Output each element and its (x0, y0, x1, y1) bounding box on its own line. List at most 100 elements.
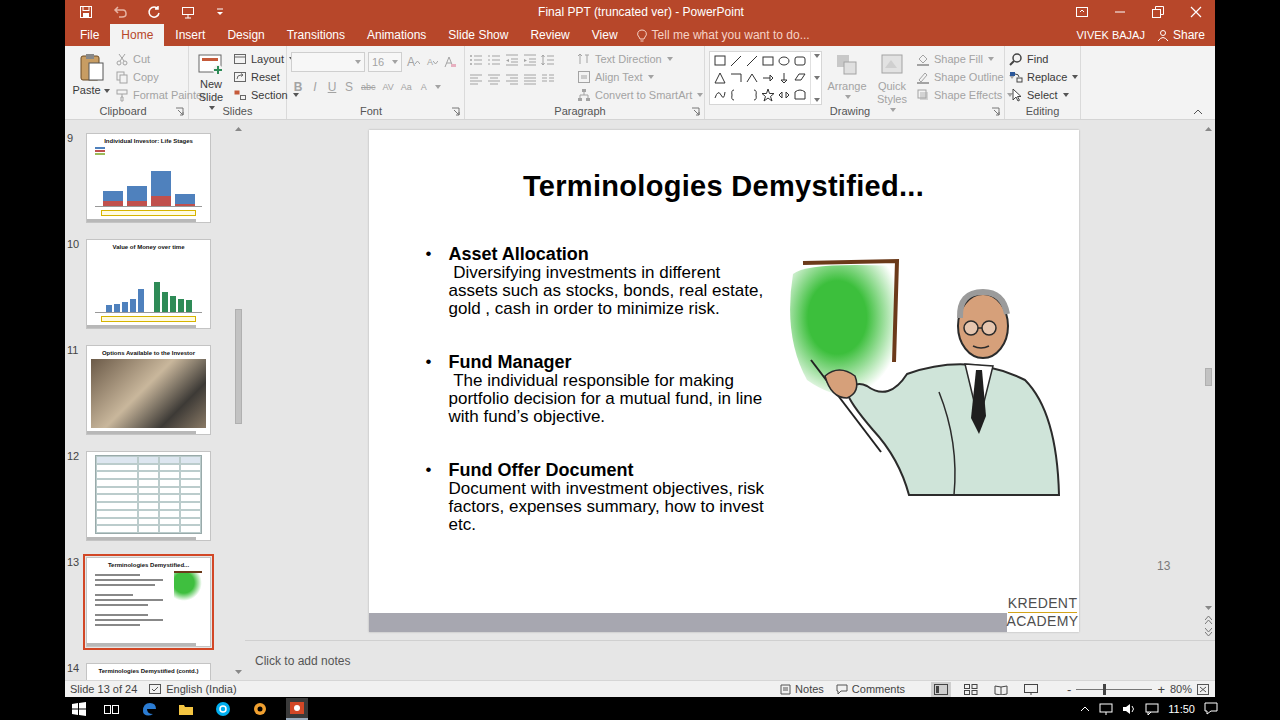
zoom-thumb[interactable] (1103, 684, 1106, 695)
redo-icon[interactable] (147, 5, 161, 19)
ribbon-tab[interactable]: Animations (356, 24, 437, 46)
thumbnail-item[interactable]: 14Terminologies Demystified (contd.) (67, 660, 232, 680)
ribbon-tab[interactable]: File (69, 24, 110, 46)
close-icon[interactable] (1189, 5, 1203, 19)
arrange-button[interactable]: Arrange (826, 49, 868, 103)
ribbon-tab[interactable]: Transitions (276, 24, 356, 46)
dialog-launcher-icon[interactable] (691, 107, 700, 116)
ribbon-tab[interactable]: Home (110, 24, 164, 46)
comments-button[interactable]: Comments (836, 683, 905, 695)
shape-icon[interactable] (792, 70, 808, 86)
shape-icon[interactable] (744, 87, 760, 103)
customize-toolbar-icon[interactable] (215, 7, 225, 17)
show-hidden-icons-icon[interactable] (1080, 706, 1090, 712)
powerpoint-taskbar-button[interactable] (286, 698, 308, 720)
thumbnail-item[interactable]: 12 (67, 448, 232, 544)
clock[interactable]: 11:50 (1168, 703, 1195, 715)
dialog-launcher-icon[interactable] (991, 107, 1000, 116)
ribbon-tab[interactable]: Design (216, 24, 275, 46)
zoom-slider[interactable] (1076, 689, 1152, 690)
shape-icon[interactable] (760, 53, 776, 69)
thumbnail-item[interactable]: 11Options Available to the Investor (67, 342, 232, 438)
view-button[interactable] (961, 682, 981, 697)
shape-icon[interactable] (760, 70, 776, 86)
tell-me-box[interactable]: Tell me what you want to do... (637, 24, 810, 46)
thumbnail-scrollbar[interactable] (232, 120, 245, 680)
message-icon[interactable] (1145, 703, 1159, 715)
ribbon-display-options-icon[interactable] (1075, 5, 1089, 19)
undo-icon[interactable] (113, 5, 127, 19)
user-name[interactable]: VIVEK BAJAJ (1076, 29, 1144, 41)
task-view-button[interactable] (101, 698, 123, 720)
language-indicator[interactable]: English (India) (149, 683, 236, 695)
zoom-out-button[interactable]: - (1067, 683, 1071, 696)
share-button[interactable]: Share (1157, 28, 1205, 42)
new-slide-button[interactable]: New Slide (193, 49, 229, 103)
shape-icon[interactable] (728, 70, 744, 86)
edge-button[interactable] (138, 698, 160, 720)
shape-icon[interactable] (776, 53, 792, 69)
view-button[interactable] (931, 682, 951, 697)
network-icon[interactable] (1099, 703, 1113, 715)
zoom-in-button[interactable]: + (1157, 683, 1165, 696)
thumbnail-frame[interactable]: Individual Investor: Life Stages (83, 130, 214, 226)
ribbon-tab[interactable]: Insert (164, 24, 216, 46)
file-explorer-button[interactable] (175, 698, 197, 720)
slides-item[interactable]: Section (233, 86, 299, 104)
shape-icon[interactable] (712, 87, 728, 103)
view-button[interactable] (991, 682, 1011, 697)
app-button[interactable] (249, 698, 271, 720)
thumbnail-frame[interactable]: Terminologies Demystified... (83, 554, 214, 650)
shape-icon[interactable] (712, 70, 728, 86)
minimize-icon[interactable] (1113, 5, 1127, 19)
paste-button[interactable]: Paste (71, 49, 111, 103)
notifications-icon[interactable] (1204, 702, 1218, 715)
view-button[interactable] (1021, 682, 1041, 697)
ribbon-tab[interactable]: View (581, 24, 629, 46)
slides-item[interactable]: Reset (233, 68, 299, 86)
thumbnail-item[interactable]: 9Individual Investor: Life Stages (67, 130, 232, 226)
shape-icon[interactable] (744, 53, 760, 69)
shape-icon[interactable] (792, 53, 808, 69)
save-icon[interactable] (79, 5, 93, 19)
skype-button[interactable] (212, 698, 234, 720)
volume-icon[interactable] (1122, 703, 1136, 715)
restore-icon[interactable] (1151, 5, 1165, 19)
notes-button[interactable]: Notes (780, 683, 824, 695)
shape-icon[interactable] (776, 87, 792, 103)
thumbnail-frame[interactable]: Value of Money over time (83, 236, 214, 332)
windows-start-icon[interactable] (72, 702, 86, 716)
shape-icon[interactable] (744, 70, 760, 86)
thumbnail-frame[interactable] (83, 448, 214, 544)
fit-to-window-icon[interactable] (1197, 684, 1209, 695)
scroll-thumb[interactable] (1205, 368, 1212, 386)
start-slideshow-icon[interactable] (181, 5, 195, 19)
shapes-gallery[interactable] (709, 51, 822, 105)
editing-item[interactable]: Replace (1009, 68, 1078, 86)
dialog-launcher-icon[interactable] (451, 107, 460, 116)
dialog-launcher-icon[interactable] (175, 107, 184, 116)
zoom-level[interactable]: 80% (1170, 683, 1192, 695)
thumbnail-frame[interactable]: Terminologies Demystified (contd.) (83, 660, 214, 680)
shape-icon[interactable] (728, 53, 744, 69)
thumbnail-item[interactable]: 13Terminologies Demystified... (67, 554, 232, 650)
shape-icon[interactable] (728, 87, 744, 103)
editing-item[interactable]: Select (1009, 86, 1078, 104)
slide-scrollbar[interactable] (1202, 120, 1215, 640)
notes-pane[interactable]: Click to add notes (245, 640, 1215, 680)
shape-icon[interactable] (712, 53, 728, 69)
ribbon-tab[interactable]: Slide Show (437, 24, 519, 46)
status-bar: Slide 13 of 24English (India)NotesCommen… (65, 680, 1215, 697)
thumbnail-item[interactable]: 10Value of Money over time (67, 236, 232, 332)
thumbnail-frame[interactable]: Options Available to the Investor (83, 342, 214, 438)
editing-item[interactable]: Find (1009, 50, 1078, 68)
shape-icon[interactable] (776, 70, 792, 86)
footer-bar (369, 613, 1007, 632)
slides-item[interactable]: Layout (233, 50, 299, 68)
shape-icon[interactable] (792, 87, 808, 103)
shape-icon[interactable] (760, 87, 776, 103)
ribbon-tab[interactable]: Review (519, 24, 580, 46)
collapse-ribbon-button[interactable] (1193, 109, 1215, 119)
quick-styles-button[interactable]: Quick Styles (872, 49, 912, 103)
scroll-thumb[interactable] (235, 309, 242, 424)
